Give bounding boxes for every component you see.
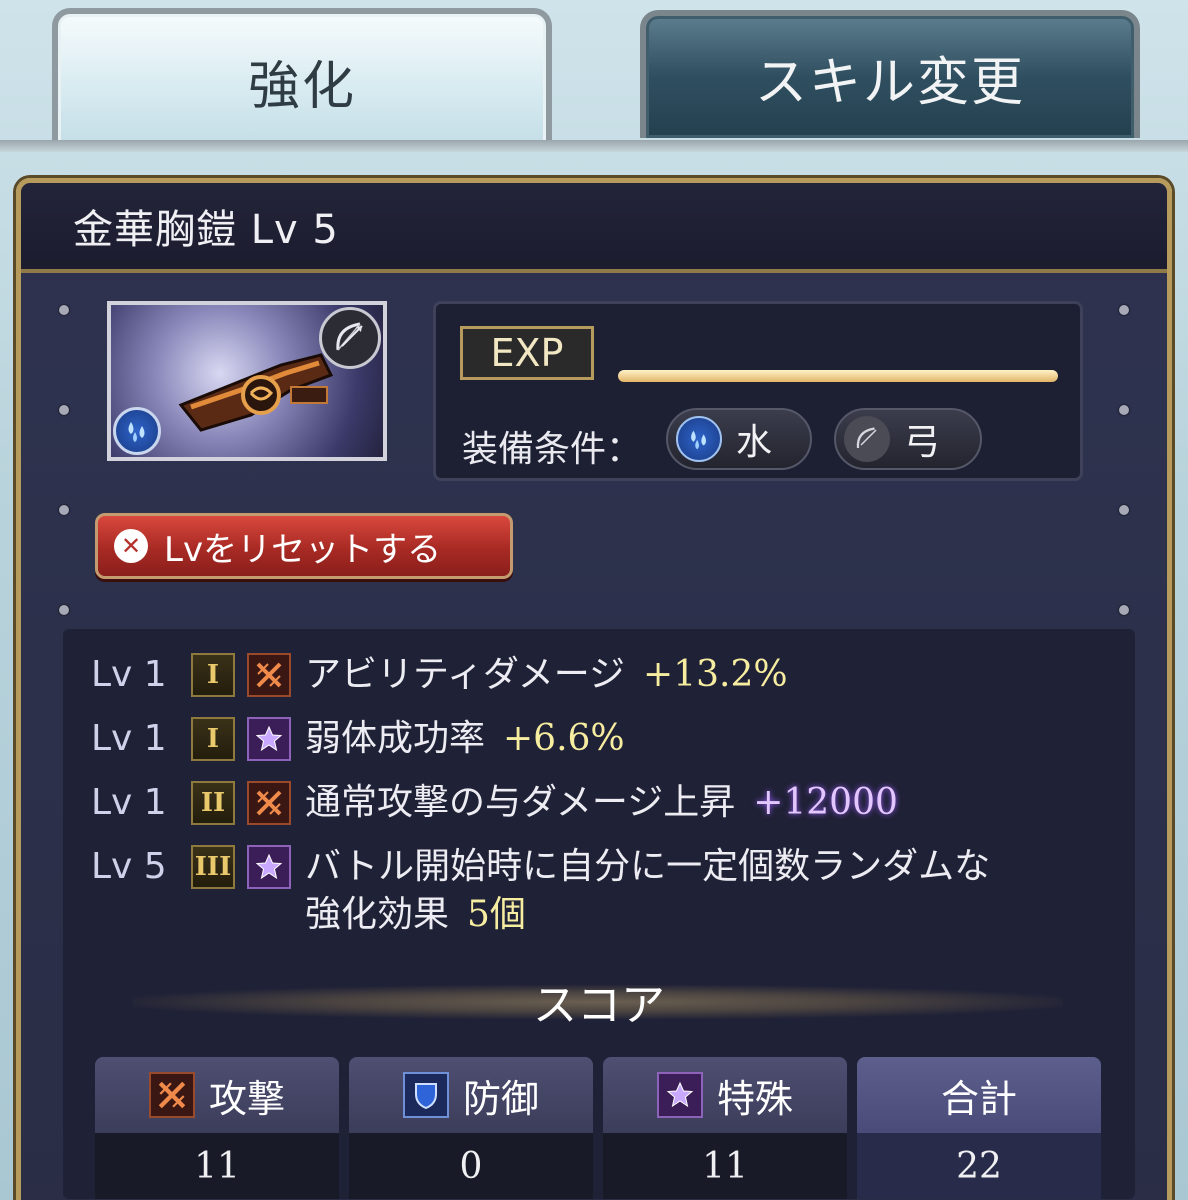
rivet-decoration xyxy=(1119,305,1129,315)
score-value-special: 11 xyxy=(603,1133,847,1199)
water-element-icon xyxy=(676,416,722,462)
exp-info-box: EXP 装備条件： 水 弓 xyxy=(433,301,1083,481)
score-value-defense: 0 xyxy=(349,1133,593,1199)
rivet-decoration xyxy=(1119,605,1129,615)
rivet-decoration xyxy=(59,605,69,615)
score-title: スコア xyxy=(533,980,665,1031)
reset-level-button[interactable]: ✕ Lvをリセットする xyxy=(95,513,513,579)
exp-progress-bar xyxy=(618,370,1058,382)
score-header-total: 合計 xyxy=(857,1057,1101,1133)
skill-description: 通常攻撃の与ダメージ上昇 +12000 xyxy=(305,779,898,827)
skill-rank-badge: III xyxy=(191,845,235,889)
rivet-decoration xyxy=(59,505,69,515)
skills-box: Lv 1 I アビリティダメージ +13.2% Lv 1 I 弱体成功率 +6.6%… xyxy=(63,629,1135,1199)
score-value-attack: 11 xyxy=(95,1133,339,1199)
condition-bow: 弓 xyxy=(834,408,982,470)
tab-skill-change[interactable]: スキル変更 xyxy=(640,10,1140,138)
equip-condition-label: 装備条件： xyxy=(462,429,643,470)
skill-level: Lv 1 xyxy=(91,654,167,695)
rivet-decoration xyxy=(59,405,69,415)
tab-enhance-label: 強化 xyxy=(247,56,356,117)
skill-value: +6.6% xyxy=(503,718,625,759)
skill-value: +12000 xyxy=(753,782,898,823)
rivet-decoration xyxy=(1119,505,1129,515)
skill-value: +13.2% xyxy=(643,654,788,695)
rivet-decoration xyxy=(1119,405,1129,415)
exp-label: EXP xyxy=(460,326,594,380)
special-star-icon xyxy=(656,1072,703,1118)
skill-row: Lv 1 II 通常攻撃の与ダメージ上昇 +12000 xyxy=(91,773,898,833)
special-star-icon xyxy=(247,717,291,761)
reset-level-label: Lvをリセットする xyxy=(164,529,442,570)
enhance-panel: 金華胸鎧 Lv 5 EXP 装備条件： 水 弓 ✕ Lvをリセットする Lv 1… xyxy=(16,178,1172,1200)
score-header-attack: 攻撃 xyxy=(95,1057,339,1133)
close-icon: ✕ xyxy=(114,529,148,563)
rivet-decoration xyxy=(59,305,69,315)
skill-value: 5個 xyxy=(467,894,526,935)
skill-level: Lv 1 xyxy=(91,782,167,823)
item-title: 金華胸鎧 Lv 5 xyxy=(73,207,339,253)
tab-skill-change-label: スキル変更 xyxy=(754,52,1025,113)
skill-description: 弱体成功率 +6.6% xyxy=(305,715,625,763)
score-header-defense: 防御 xyxy=(349,1057,593,1133)
tab-enhance[interactable]: 強化 xyxy=(52,8,552,148)
score-value-total: 22 xyxy=(857,1133,1101,1199)
condition-bow-label: 弓 xyxy=(904,422,941,463)
special-star-icon xyxy=(247,845,291,889)
skill-rank-badge: II xyxy=(191,781,235,825)
bow-icon xyxy=(319,307,381,369)
score-header-label: 合計 xyxy=(940,1076,1017,1121)
tab-divider xyxy=(0,140,1188,152)
skill-level: Lv 5 xyxy=(91,846,167,887)
water-element-icon xyxy=(113,407,161,455)
skill-row: Lv 1 I アビリティダメージ +13.2% xyxy=(91,645,788,705)
skill-description: アビリティダメージ +13.2% xyxy=(305,651,788,699)
skill-name-continued: 強化効果 xyxy=(305,894,450,935)
skill-level: Lv 1 xyxy=(91,718,167,759)
attack-icon xyxy=(247,781,291,825)
condition-water: 水 xyxy=(666,408,812,470)
item-title-bar: 金華胸鎧 Lv 5 xyxy=(21,183,1167,273)
shield-icon xyxy=(402,1072,449,1118)
armor-chestplate-icon xyxy=(178,353,334,432)
score-header-special: 特殊 xyxy=(603,1057,847,1133)
skill-row: Lv 1 I 弱体成功率 +6.6% xyxy=(91,709,625,769)
skill-rank-badge: I xyxy=(191,717,235,761)
skill-row: Lv 5 III バトル開始時に自分に一定個数ランダムな 強化効果 5個 xyxy=(91,837,990,939)
skill-description: バトル開始時に自分に一定個数ランダムな 強化効果 5個 xyxy=(305,843,990,939)
skill-name: バトル開始時に自分に一定個数ランダムな xyxy=(305,846,991,887)
item-image[interactable] xyxy=(107,301,387,461)
skill-name: アビリティダメージ xyxy=(305,654,626,695)
score-header-label: 攻撃 xyxy=(208,1076,285,1121)
attack-icon xyxy=(148,1072,195,1118)
score-header-label: 特殊 xyxy=(716,1076,793,1121)
bow-icon xyxy=(844,416,890,462)
skill-rank-badge: I xyxy=(191,653,235,697)
skill-name: 弱体成功率 xyxy=(305,718,486,759)
score-header-label: 防御 xyxy=(462,1076,539,1121)
attack-icon xyxy=(247,653,291,697)
condition-water-label: 水 xyxy=(736,422,773,463)
skill-name: 通常攻撃の与ダメージ上昇 xyxy=(305,782,736,823)
